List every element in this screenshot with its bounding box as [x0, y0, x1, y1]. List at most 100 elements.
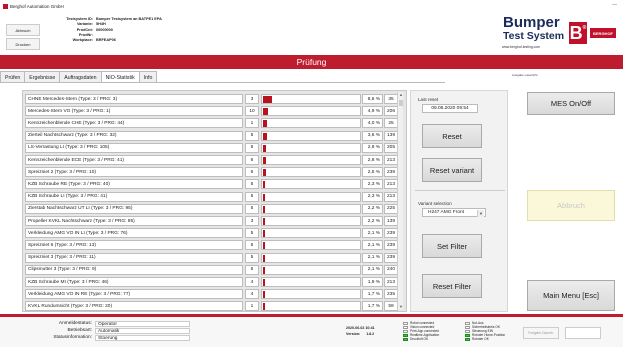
defect-count: 6: [245, 142, 259, 153]
status-key: Anmeldestatus:: [58, 321, 92, 326]
status-value: Automatik: [95, 327, 190, 334]
defect-rate-fill: [263, 254, 266, 262]
table-row[interactable]: Spreizniet 3 (Type: 3 / PRG: 11) 5 2,1 % 23…: [25, 252, 398, 263]
table-row[interactable]: Clipsmutter 3 (Type: 3 / PRG: 9) 5 2,1 % 24…: [25, 264, 398, 275]
defect-count: 4: [245, 277, 259, 287]
last-reset-field: 09.06.2020 09:54: [422, 104, 478, 113]
status-led: Druckluft OK: [403, 337, 458, 341]
table-row[interactable]: LS-Verrastung LI (Type: 3 / PRG: 105) 6 2,…: [25, 142, 398, 153]
table-row[interactable]: KZB Schraube LI (Type: 3 / PRG: 41) 5 2,3 …: [25, 191, 398, 202]
total-count: 239: [384, 228, 398, 239]
table-row[interactable]: KZB Schraube RE (Type: 3 / PRG: 40) 5 2,3 …: [25, 179, 398, 190]
variant-select[interactable]: H247 AMG Front ▼: [422, 208, 486, 217]
defect-rate-fill: [263, 205, 266, 213]
defect-name: Propeller KVKL Nachtschwarz (Type: 3 / P…: [25, 216, 243, 226]
defect-percent: 2,3 %: [362, 191, 383, 202]
defect-rate-fill: [263, 193, 266, 201]
total-count: 35: [384, 94, 398, 104]
defect-rate-fill: [263, 242, 266, 250]
table-row[interactable]: Verkleidung AMG VO IN RE (Type: 3 / PRG:…: [25, 289, 398, 300]
defect-percent: 2,8 %: [362, 155, 383, 165]
status-key: Betriebsart:: [67, 328, 92, 333]
defect-rate-bar: [261, 130, 361, 141]
logo-line1: Bumper: [503, 14, 560, 31]
table-row[interactable]: CHNE Mercedes-Stern (Type: 3 / PRG: 3) 3 8…: [25, 94, 398, 104]
total-count: 213: [384, 191, 398, 202]
defect-percent: 2,2 %: [362, 203, 383, 214]
statistics-control-panel: Last reset 09.06.2020 09:54 Reset Reset …: [410, 90, 508, 312]
total-count: 59: [384, 301, 398, 312]
table-row[interactable]: Verkleidung AMG VO IN LI (Type: 3 / PRG:…: [25, 228, 398, 239]
defect-rate-bar: [261, 264, 361, 275]
defect-percent: 1,9 %: [362, 277, 383, 287]
defect-count: 5: [245, 130, 259, 141]
defect-percent: 2,5 %: [362, 167, 383, 178]
total-count: 235: [384, 289, 398, 300]
minimize-icon[interactable]: —: [612, 2, 617, 8]
defect-rate-fill: [263, 157, 266, 164]
defect-rate-fill: [263, 96, 272, 103]
set-filter-button[interactable]: Set Filter: [422, 234, 482, 258]
mes-toggle-button[interactable]: MES On/Off: [527, 92, 615, 115]
bumper-test-system-logo: Bumper Test System www.berghof-testing.c…: [500, 14, 618, 54]
window-title: Berghof Automation GmbH: [10, 3, 64, 9]
defect-rate-bar: [261, 252, 361, 263]
berghof-mark-icon: B ®: [569, 22, 587, 44]
total-count: 225: [384, 203, 398, 214]
defect-name: Zierteil Nachtschwarz (Type: 3 / PRG: 32…: [25, 130, 243, 141]
info-value: 00000000: [96, 27, 113, 32]
total-count: 239: [384, 240, 398, 251]
defect-name: KZB Schraube MI (Type: 3 / PRG: 46): [25, 277, 243, 287]
chevron-down-icon[interactable]: ▼: [477, 210, 484, 217]
scroll-up-icon[interactable]: ▲: [398, 92, 404, 98]
total-count: 239: [384, 252, 398, 263]
defect-rate-fill: [263, 291, 265, 299]
defect-rate-bar: [261, 191, 361, 202]
table-row[interactable]: Zierstab Nachtschwarz UT LI (Type: 3 / P…: [25, 203, 398, 214]
defect-count: 5: [245, 203, 259, 214]
defect-count: 6: [245, 155, 259, 165]
defect-count: 1: [245, 301, 259, 312]
total-count: 139: [384, 130, 398, 141]
defect-name: KVKL Rundumsicht (Type: 3 / PRG: 20): [25, 301, 243, 312]
table-row[interactable]: Kennzeichenblende CHE (Type: 3 / PRG: 44…: [25, 118, 398, 129]
reset-button[interactable]: Reset: [422, 124, 482, 148]
led-indicator-icon: [403, 333, 408, 337]
status-led: Roboter OK: [465, 337, 520, 341]
defect-rate-bar: [261, 277, 361, 287]
table-row[interactable]: Spreizniet 2 (Type: 3 / PRG: 10) 6 2,5 % 23…: [25, 167, 398, 178]
defect-name: Spreizniet 3 (Type: 3 / PRG: 11): [25, 252, 243, 263]
table-row[interactable]: Zierteil Nachtschwarz (Type: 3 / PRG: 32…: [25, 130, 398, 141]
defect-rate-bar: [261, 142, 361, 153]
table-scrollbar[interactable]: ▲ ▼: [397, 92, 403, 310]
release-button: Freigabe Dauerb.: [523, 327, 559, 339]
table-row[interactable]: Spreizniet 6 (Type: 3 / PRG: 13) 5 2,1 % 23…: [25, 240, 398, 251]
header-print-button[interactable]: Drucken: [6, 38, 40, 50]
led-indicator-icon: [403, 337, 408, 341]
scroll-down-icon[interactable]: ▼: [398, 304, 404, 310]
defect-name: KZB Schraube LI (Type: 3 / PRG: 41): [25, 191, 243, 202]
header-abort-button[interactable]: Abbruch: [6, 24, 40, 36]
main-menu-button[interactable]: Main Menu [Esc]: [527, 280, 615, 311]
table-row[interactable]: Kennzeichenblende ECE (Type: 3 / PRG: 41…: [25, 155, 398, 165]
table-row[interactable]: KZB Schraube MI (Type: 3 / PRG: 46) 4 1,9 …: [25, 277, 398, 287]
test-system-info: Testsystem ID: Bumper Testsystem an BATPE…: [46, 17, 162, 43]
footer-blank-field: [565, 327, 601, 339]
table-row[interactable]: Mercedes-Stern VO (Type: 3 / PRG: 1) 10 4,…: [25, 106, 398, 117]
led-indicator-icon: [403, 325, 408, 329]
nio-statistics-table: CHNE Mercedes-Stern (Type: 3 / PRG: 3) 3 8…: [22, 90, 407, 312]
datetime-version: 2020-06-02 10:41 Version: 1.8.2: [346, 325, 375, 337]
table-row[interactable]: Propeller KVKL Nachtschwarz (Type: 3 / P…: [25, 216, 398, 226]
table-row[interactable]: KVKL Rundumsicht (Type: 3 / PRG: 20) 1 1,7…: [25, 301, 398, 312]
defect-percent: 2,1 %: [362, 240, 383, 251]
defect-percent: 1,7 %: [362, 301, 383, 312]
defect-rate-bar: [261, 240, 361, 251]
reset-filter-button[interactable]: Reset Filter: [422, 274, 482, 298]
scroll-thumb[interactable]: [399, 100, 403, 106]
status-value: Stoerung: [95, 334, 190, 341]
window-titlebar: Berghof Automation GmbH —: [0, 0, 623, 12]
defect-count: 5: [245, 240, 259, 251]
reset-variant-button[interactable]: Reset variant: [422, 158, 482, 182]
defect-rate-fill: [263, 169, 266, 177]
defect-name: Verkleidung AMG VO IN RE (Type: 3 / PRG:…: [25, 289, 243, 300]
